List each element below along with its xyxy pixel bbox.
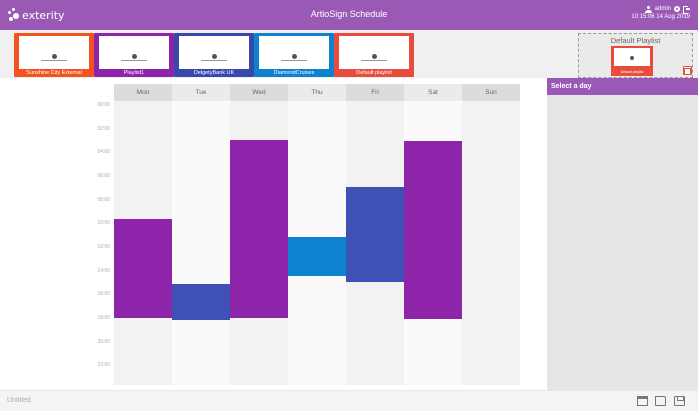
default-playlist-card-label: Default playlist (620, 70, 644, 74)
time-label: 14:00 (97, 267, 110, 274)
time-label: 06:00 (97, 173, 110, 179)
time-label: 10:00 (97, 220, 110, 227)
save-icon[interactable] (674, 396, 685, 406)
default-playlist-card[interactable]: Default playlist (611, 46, 653, 76)
schedule-block-sat[interactable] (404, 141, 462, 319)
user-name[interactable]: admin (655, 5, 671, 13)
schedule-block-wed[interactable] (230, 140, 288, 318)
default-playlist-drop-zone[interactable]: Default Playlist Default playlist (578, 33, 693, 78)
trash-icon[interactable] (683, 66, 692, 75)
user-icon (644, 5, 652, 13)
weekly-schedule-grid[interactable]: Mon Tue Wed Thu Fri Sat Sun 00:00 02:00 04:00 06:0… (0, 78, 547, 390)
footer-bar: Untitled (0, 390, 698, 411)
default-playlist-title: Default Playlist (610, 36, 661, 45)
playlist-card[interactable]: DelgetyBank UK (174, 33, 254, 77)
day-column-thu[interactable] (288, 84, 346, 385)
schedule-block-tue[interactable] (172, 284, 230, 320)
time-label: 18:00 (97, 315, 110, 321)
settings-gear-icon[interactable] (674, 6, 680, 12)
user-box: admin 10:15:06 14 Aug 2019 (631, 5, 690, 21)
app-title: ArtioSign Schedule (310, 9, 388, 19)
playlist-label: DelgetyBank UK (193, 70, 235, 76)
day-header-thu[interactable]: Thu (288, 84, 346, 101)
playlist-card[interactable]: Playlist1 (94, 33, 174, 77)
time-label: 04:00 (97, 149, 110, 156)
playlist-label: Playlist1 (123, 70, 145, 76)
day-header-tue[interactable]: Tue (172, 84, 230, 101)
playlist-thumbnail (259, 36, 329, 69)
day-column-sun[interactable] (462, 84, 520, 385)
day-details-panel: Select a day (547, 78, 698, 390)
schedule-block-thu[interactable] (288, 237, 346, 277)
playlist-thumbnail (19, 36, 89, 69)
time-label: 02:00 (97, 125, 110, 132)
top-bar: exterity ArtioSign Schedule admin 10:15:… (0, 0, 698, 30)
clock-datetime: 10:15:06 14 Aug 2019 (631, 14, 690, 20)
playlist-label: Sunshine City External (26, 70, 82, 76)
day-column-tue[interactable] (172, 84, 230, 385)
logo: exterity (8, 7, 65, 23)
day-header-mon[interactable]: Mon (114, 84, 172, 101)
day-header-sun[interactable]: Sun (462, 84, 520, 101)
time-label: 08:00 (97, 196, 110, 203)
time-label: 20:00 (97, 338, 110, 345)
playlist-thumbnail (99, 36, 169, 69)
playlist-label: DiamondCruises (273, 70, 315, 76)
time-label: 16:00 (97, 291, 110, 298)
playlist-thumbnail (179, 36, 249, 69)
time-label: 12:00 (97, 244, 110, 250)
logo-text: exterity (22, 8, 65, 22)
day-header-wed[interactable]: Wed (230, 84, 288, 101)
day-header-sat[interactable]: Sat (404, 84, 462, 101)
day-header-fri[interactable]: Fri (346, 84, 404, 101)
schedule-block-fri[interactable] (346, 187, 404, 283)
file-name: Untitled (7, 397, 31, 404)
time-label: 22:00 (97, 362, 110, 369)
schedule-block-mon[interactable] (114, 219, 172, 318)
logo-mark-icon (8, 8, 20, 22)
playlist-card[interactable]: Default playlist (334, 33, 414, 77)
playlist-label: Default playlist (356, 70, 392, 76)
playlist-thumbnail (339, 36, 409, 69)
folder-open-icon[interactable] (655, 396, 666, 406)
playlist-card[interactable]: DiamondCruises (254, 33, 334, 77)
app-window: exterity ArtioSign Schedule admin 10:15:… (0, 0, 698, 411)
playlist-card[interactable]: Sunshine City External (14, 33, 94, 77)
panel-title: Select a day (547, 78, 698, 95)
default-playlist-thumbnail (614, 48, 650, 66)
logout-icon[interactable] (683, 6, 690, 14)
time-label: 00:00 (97, 102, 110, 108)
calendar-icon[interactable] (637, 396, 648, 406)
